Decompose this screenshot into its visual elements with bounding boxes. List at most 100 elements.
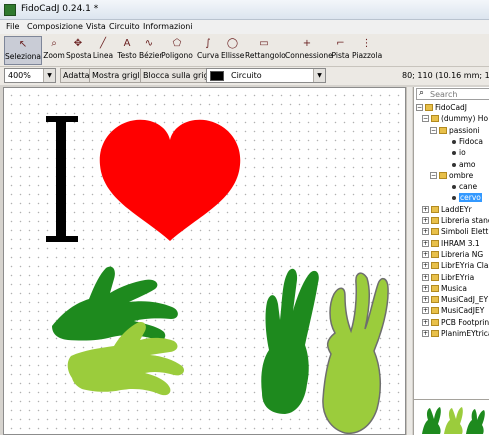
tool-sposta-button[interactable]: ✥ Sposta — [66, 36, 92, 65]
tree-folder[interactable]: + LibrEYria Class — [422, 260, 489, 271]
tree-folder[interactable]: − (dummy) Ho ag — [422, 113, 489, 124]
zoom-combo[interactable]: 400% ▼ — [4, 68, 56, 83]
expand-icon[interactable]: + — [422, 217, 429, 224]
tree-item[interactable]: cane — [440, 181, 489, 192]
tool-bzier-button[interactable]: ∿ Bézier — [139, 36, 163, 65]
tree-folder[interactable]: + Simboli Elettrot — [422, 226, 489, 237]
tool-curva-button[interactable]: ∫ Curva — [196, 36, 220, 65]
tree-label: Libreria standa — [441, 216, 489, 225]
chevron-down-icon[interactable]: ▼ — [313, 69, 325, 82]
expand-icon[interactable]: + — [422, 307, 429, 315]
folder-icon — [431, 273, 439, 281]
drawing-canvas[interactable] — [3, 87, 406, 435]
canvas-vertical-scrollbar[interactable] — [406, 87, 412, 435]
folder-icon — [431, 284, 439, 292]
move-icon: ✥ — [73, 38, 83, 49]
tool-rettangolo-button[interactable]: ▭ Rettangolo — [245, 36, 286, 65]
menu-vista[interactable]: Vista — [86, 22, 106, 31]
tree-label: passioni — [449, 125, 480, 135]
menu-composizione[interactable]: Composizione — [27, 22, 83, 31]
expand-icon[interactable]: + — [422, 239, 429, 247]
menu-file[interactable]: File — [6, 22, 19, 31]
folder-icon — [425, 104, 433, 111]
tree-label: Simboli Elettrot — [441, 227, 489, 237]
track-icon: ⌐ — [336, 38, 345, 49]
folder-icon — [431, 239, 439, 247]
tree-folder[interactable]: − passioni — [430, 125, 489, 136]
tool-pista-button[interactable]: ⌐ Pista — [330, 36, 351, 65]
tool-label: Piazzola — [352, 51, 383, 60]
tree-folder[interactable]: + LibrEYria — [422, 272, 489, 283]
tree-folder[interactable]: + PCB Footprints — [422, 317, 489, 328]
tree-label: LaddEYr — [441, 204, 472, 214]
menu-circuito[interactable]: Circuito — [109, 22, 140, 31]
chevron-down-icon[interactable]: ▼ — [43, 69, 55, 82]
tree-folder[interactable]: + Libreria NG — [422, 249, 489, 260]
expand-icon[interactable]: + — [422, 205, 429, 213]
curve-icon: ∫ — [205, 38, 211, 49]
tree-folder[interactable]: + PlanimEYtrica — [422, 328, 489, 339]
search-input[interactable]: ⌕ Search — [416, 88, 489, 100]
tree-item[interactable]: cervo — [440, 192, 489, 203]
tool-poligono-button[interactable]: ⬠ Poligono — [160, 36, 194, 65]
folder-icon — [431, 330, 439, 337]
tree-label: Fidoca — [459, 136, 483, 146]
tree-folder[interactable]: + IHRAM 3.1 — [422, 238, 489, 249]
tool-seleziona-button[interactable]: ↖ Seleziona — [4, 36, 42, 65]
expand-icon[interactable]: + — [422, 273, 429, 281]
tree-folder[interactable]: + MusiCadJ_EY — [422, 294, 489, 305]
options-bar: 400% ▼ Adatta Mostra griglia Blocca sull… — [0, 67, 489, 85]
tree-folder[interactable]: + MusiCadJEY — [422, 305, 489, 316]
ellipse-icon: ◯ — [226, 38, 239, 49]
expand-icon[interactable]: + — [422, 318, 429, 326]
symbol-bullet-icon — [452, 196, 456, 201]
hands-shadow-left — [52, 266, 185, 396]
rectangle-icon: ▭ — [259, 38, 269, 49]
tool-testo-button[interactable]: A Testo — [116, 36, 138, 65]
tree-label: PCB Footprints — [441, 317, 489, 327]
bezier-icon: ∿ — [144, 38, 154, 49]
coordinates-readout: 80; 110 (10.16 mm; 13.9 — [402, 71, 489, 80]
drawing — [46, 116, 389, 434]
tree-folder[interactable]: + Musica — [422, 283, 489, 294]
folder-icon — [439, 126, 447, 134]
collapse-icon[interactable]: − — [422, 115, 429, 123]
tool-zoom-button[interactable]: ⌕ Zoom — [43, 36, 65, 65]
tree-folder[interactable]: + LaddEYr — [422, 204, 489, 215]
expand-icon[interactable]: + — [422, 262, 429, 270]
expand-icon[interactable]: + — [422, 228, 429, 236]
tool-piazzola-button[interactable]: ⋮ Piazzola — [352, 36, 383, 65]
tree-folder[interactable]: + Libreria standa — [422, 215, 489, 226]
fit-button[interactable]: Adatta — [60, 68, 93, 83]
expand-icon[interactable]: + — [422, 296, 429, 304]
tree-item[interactable]: amo — [440, 159, 489, 170]
symbol-preview — [414, 399, 489, 435]
tool-label: Bézier — [139, 51, 163, 60]
tool-label: Pista — [331, 51, 350, 60]
expand-icon[interactable]: + — [422, 330, 429, 337]
tool-label: Zoom — [43, 51, 65, 60]
tool-label: Connessione — [285, 51, 333, 60]
tree-label: amo — [459, 159, 476, 169]
collapse-icon[interactable]: − — [430, 126, 437, 134]
layer-combo[interactable]: Circuito ▼ — [206, 68, 326, 83]
tree-folder[interactable]: − FidoCadJ — [416, 102, 489, 113]
tree-folder[interactable]: − ombre — [430, 170, 489, 181]
tool-ellisse-button[interactable]: ◯ Ellisse — [221, 36, 244, 65]
collapse-icon[interactable]: − — [430, 171, 437, 179]
tree-label: MusiCadJEY — [441, 306, 485, 316]
expand-icon[interactable]: + — [422, 250, 429, 258]
menu-informazioni[interactable]: Informazioni — [143, 22, 193, 31]
collapse-icon[interactable]: − — [416, 104, 423, 111]
tree-label: PlanimEYtrica — [441, 329, 489, 338]
letter-i-drawing — [46, 116, 78, 242]
tool-linea-button[interactable]: ╱ Linea — [91, 36, 115, 65]
tool-connessione-button[interactable]: + Connessione — [285, 36, 333, 65]
line-icon: ╱ — [99, 38, 107, 49]
tool-label: Rettangolo — [245, 51, 286, 60]
tree-item[interactable]: Fidoca — [440, 136, 489, 147]
tree-label: (dummy) Ho ag — [441, 114, 489, 124]
tree-label: ombre — [449, 170, 474, 180]
tree-item[interactable]: io — [440, 147, 489, 158]
expand-icon[interactable]: + — [422, 284, 429, 292]
